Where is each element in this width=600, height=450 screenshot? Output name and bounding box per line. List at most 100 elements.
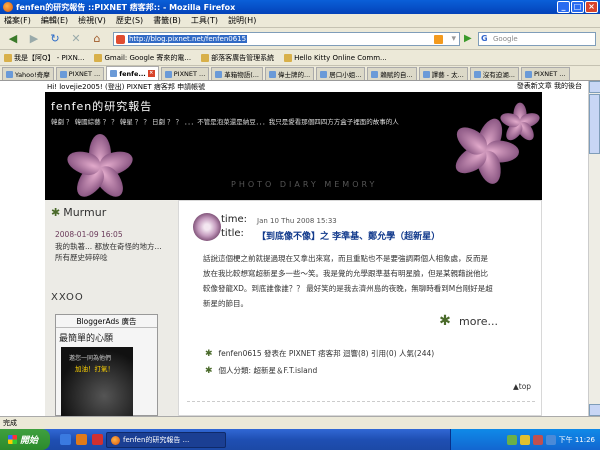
tray-icon[interactable] (519, 434, 530, 445)
tab[interactable]: 革箱物語(... (211, 67, 263, 80)
status-bar: 完成 (0, 416, 600, 429)
stop-button[interactable]: ✕ (67, 30, 85, 48)
scroll-up-button[interactable] (589, 81, 600, 93)
url-text: http://blog.pixnet.net/fenfen0615 (128, 35, 248, 43)
blog-subtitle: 韓劇 ？ 韓國綜藝 ？ ？ 韓星 ？ ？ 日劇 ？ ？ ．．．不管是泡菜還是納豆… (51, 118, 399, 126)
ad-line1: 邀您一同為他們 (69, 355, 112, 362)
minimize-button[interactable]: _ (557, 1, 570, 13)
bullet-icon: ✱ (205, 348, 213, 359)
login-status[interactable]: Hi! lovejie2005! (登出) PIXNET 痞客邦 申請帳號 (47, 82, 205, 92)
post-category: ✱ 個人分類: 超新星＆F.T.island (205, 365, 318, 376)
firefox-icon (111, 435, 120, 445)
ad-title[interactable]: 最簡單的心願 (56, 328, 157, 344)
window-title-bar[interactable]: fenfen的研究報告 ::PIXNET 痞客邦:: - Mozilla Fir… (0, 0, 600, 14)
murmur-all-link[interactable]: 所有歷史碎碎唸 (55, 252, 108, 263)
tab[interactable]: 居口小姐... (316, 67, 366, 80)
bullet-icon: ✱ (205, 365, 213, 376)
reload-button[interactable]: ↻ (46, 30, 64, 48)
time-label: time: (221, 214, 247, 225)
ie-icon[interactable] (60, 434, 71, 445)
forward-button[interactable]: ▶ (25, 30, 43, 48)
tray-icon[interactable] (532, 434, 543, 445)
vertical-scrollbar[interactable] (588, 81, 600, 416)
url-bar[interactable]: http://blog.pixnet.net/fenfen0615 ▾ (113, 32, 460, 46)
menu-file[interactable]: 檔案(F) (4, 15, 31, 26)
tab[interactable]: PIXNET ... (521, 67, 570, 80)
google-icon: G (481, 34, 488, 43)
menu-view[interactable]: 檢視(V) (78, 15, 106, 26)
rss-icon[interactable] (434, 35, 443, 44)
tab-active[interactable]: fenfe... × (106, 66, 159, 80)
tab-favicon (6, 70, 13, 78)
tab[interactable]: 偉士牌的... (265, 67, 315, 80)
back-button[interactable]: ◀ (4, 30, 22, 48)
bookmark-item[interactable]: 我是【阿Q】 - PIXN... (4, 53, 84, 63)
tab[interactable]: 譯藝 - 太... (418, 67, 468, 80)
quick-launch (60, 434, 103, 445)
bookmark-item[interactable]: Hello Kitty Online Comm... (284, 53, 387, 62)
post-title[interactable]: 【到底像不像】之 李準基、鄭允學（超新星） (257, 229, 440, 242)
menu-bookmarks[interactable]: 書籤(B) (153, 15, 181, 26)
scroll-down-button[interactable] (589, 404, 600, 416)
reload-icon: ↻ (50, 32, 60, 45)
tab[interactable]: PIXNET ... (55, 67, 105, 80)
windows-logo-icon (8, 435, 17, 444)
taskbar: 開始 fenfen的研究報告 ... 下午 11:26 (0, 429, 600, 450)
snowflake-icon: ✱ (51, 206, 61, 219)
bookmark-icon (94, 53, 103, 62)
back-to-top-link[interactable]: ▲top (513, 382, 531, 391)
scroll-thumb[interactable] (589, 94, 600, 154)
tab-favicon (371, 70, 379, 78)
search-input[interactable]: G Google (478, 32, 596, 46)
blog-content: ✱ Murmur 2008-01-09 16:05 我的執著... 都放在奇怪的… (45, 200, 542, 416)
media-icon[interactable] (92, 434, 103, 445)
menu-edit[interactable]: 編輯(E) (41, 15, 68, 26)
tray-icon[interactable] (545, 434, 556, 445)
firefox-quick-icon[interactable] (76, 434, 87, 445)
tab[interactable]: PIXNET ... (160, 67, 210, 80)
status-text: 完成 (3, 419, 17, 427)
menu-history[interactable]: 歷史(S) (116, 15, 143, 26)
tab[interactable]: 沒有迫湖... (469, 67, 519, 80)
tab-favicon (525, 70, 532, 78)
flower-decoration (64, 134, 136, 200)
go-arrow-icon: ▶ (464, 33, 472, 44)
page-viewport[interactable]: Hi! lovejie2005! (登出) PIXNET 痞客邦 申請帳號 發表… (0, 81, 600, 416)
tab-favicon (473, 70, 481, 78)
topline-right-links[interactable]: 發表新文章 我的後台 (517, 81, 582, 91)
menu-bar: 檔案(F) 編輯(E) 檢視(V) 歷史(S) 書籤(B) 工具(T) 說明(H… (0, 14, 600, 28)
tray-icon[interactable] (506, 434, 517, 445)
blog-banner: fenfen的研究報告 韓劇 ？ 韓國綜藝 ？ ？ 韓星 ？ ？ 日劇 ？ ？ … (45, 92, 542, 200)
menu-tools[interactable]: 工具(T) (191, 15, 218, 26)
tab-favicon (59, 70, 67, 78)
close-tab-icon[interactable]: × (147, 70, 155, 77)
go-button[interactable]: ▶ (464, 33, 476, 45)
close-button[interactable]: × (585, 1, 598, 13)
tab[interactable]: Yahoo!奇摩 (2, 67, 54, 80)
maximize-button[interactable]: □ (571, 1, 584, 13)
bookmark-icon (4, 53, 12, 62)
flower-decoration (498, 97, 542, 144)
bookmark-icon (284, 53, 293, 62)
ad-box[interactable]: BloggerAds 廣告 最簡單的心願 邀您一同為他們 加油！打氣！ (55, 314, 158, 416)
home-button[interactable]: ⌂ (88, 30, 106, 48)
forward-arrow-icon: ▶ (29, 32, 39, 45)
site-favicon (116, 35, 125, 44)
bookmark-item[interactable]: Gmail: Google 寄來的電... (94, 53, 191, 63)
search-placeholder: Google (493, 35, 518, 43)
menu-help[interactable]: 說明(H) (228, 15, 256, 26)
dropdown-icon[interactable]: ▾ (451, 34, 456, 44)
bookmark-item[interactable]: 部落客廣告管理系統 (201, 53, 274, 63)
back-arrow-icon: ◀ (8, 32, 18, 45)
ad-image[interactable]: 邀您一同為他們 加油！打氣！ (61, 347, 133, 416)
start-button[interactable]: 開始 (0, 429, 50, 450)
blog-post: time: title: Jan 10 Thu 2008 15:33 【到底像不… (178, 200, 542, 416)
taskbar-item-firefox[interactable]: fenfen的研究報告 ... (106, 432, 226, 448)
blog-title[interactable]: fenfen的研究報告 (51, 98, 152, 114)
murmur-text[interactable]: 我的執著... 都放在奇怪的地方... (55, 241, 162, 252)
read-more-link[interactable]: ✱ more... (437, 313, 498, 329)
tab[interactable]: 賴賦的自... (367, 67, 417, 80)
ad-header: BloggerAds 廣告 (56, 315, 157, 328)
title-label: title: (221, 228, 244, 239)
ad-line2: 加油！打氣！ (75, 365, 114, 373)
